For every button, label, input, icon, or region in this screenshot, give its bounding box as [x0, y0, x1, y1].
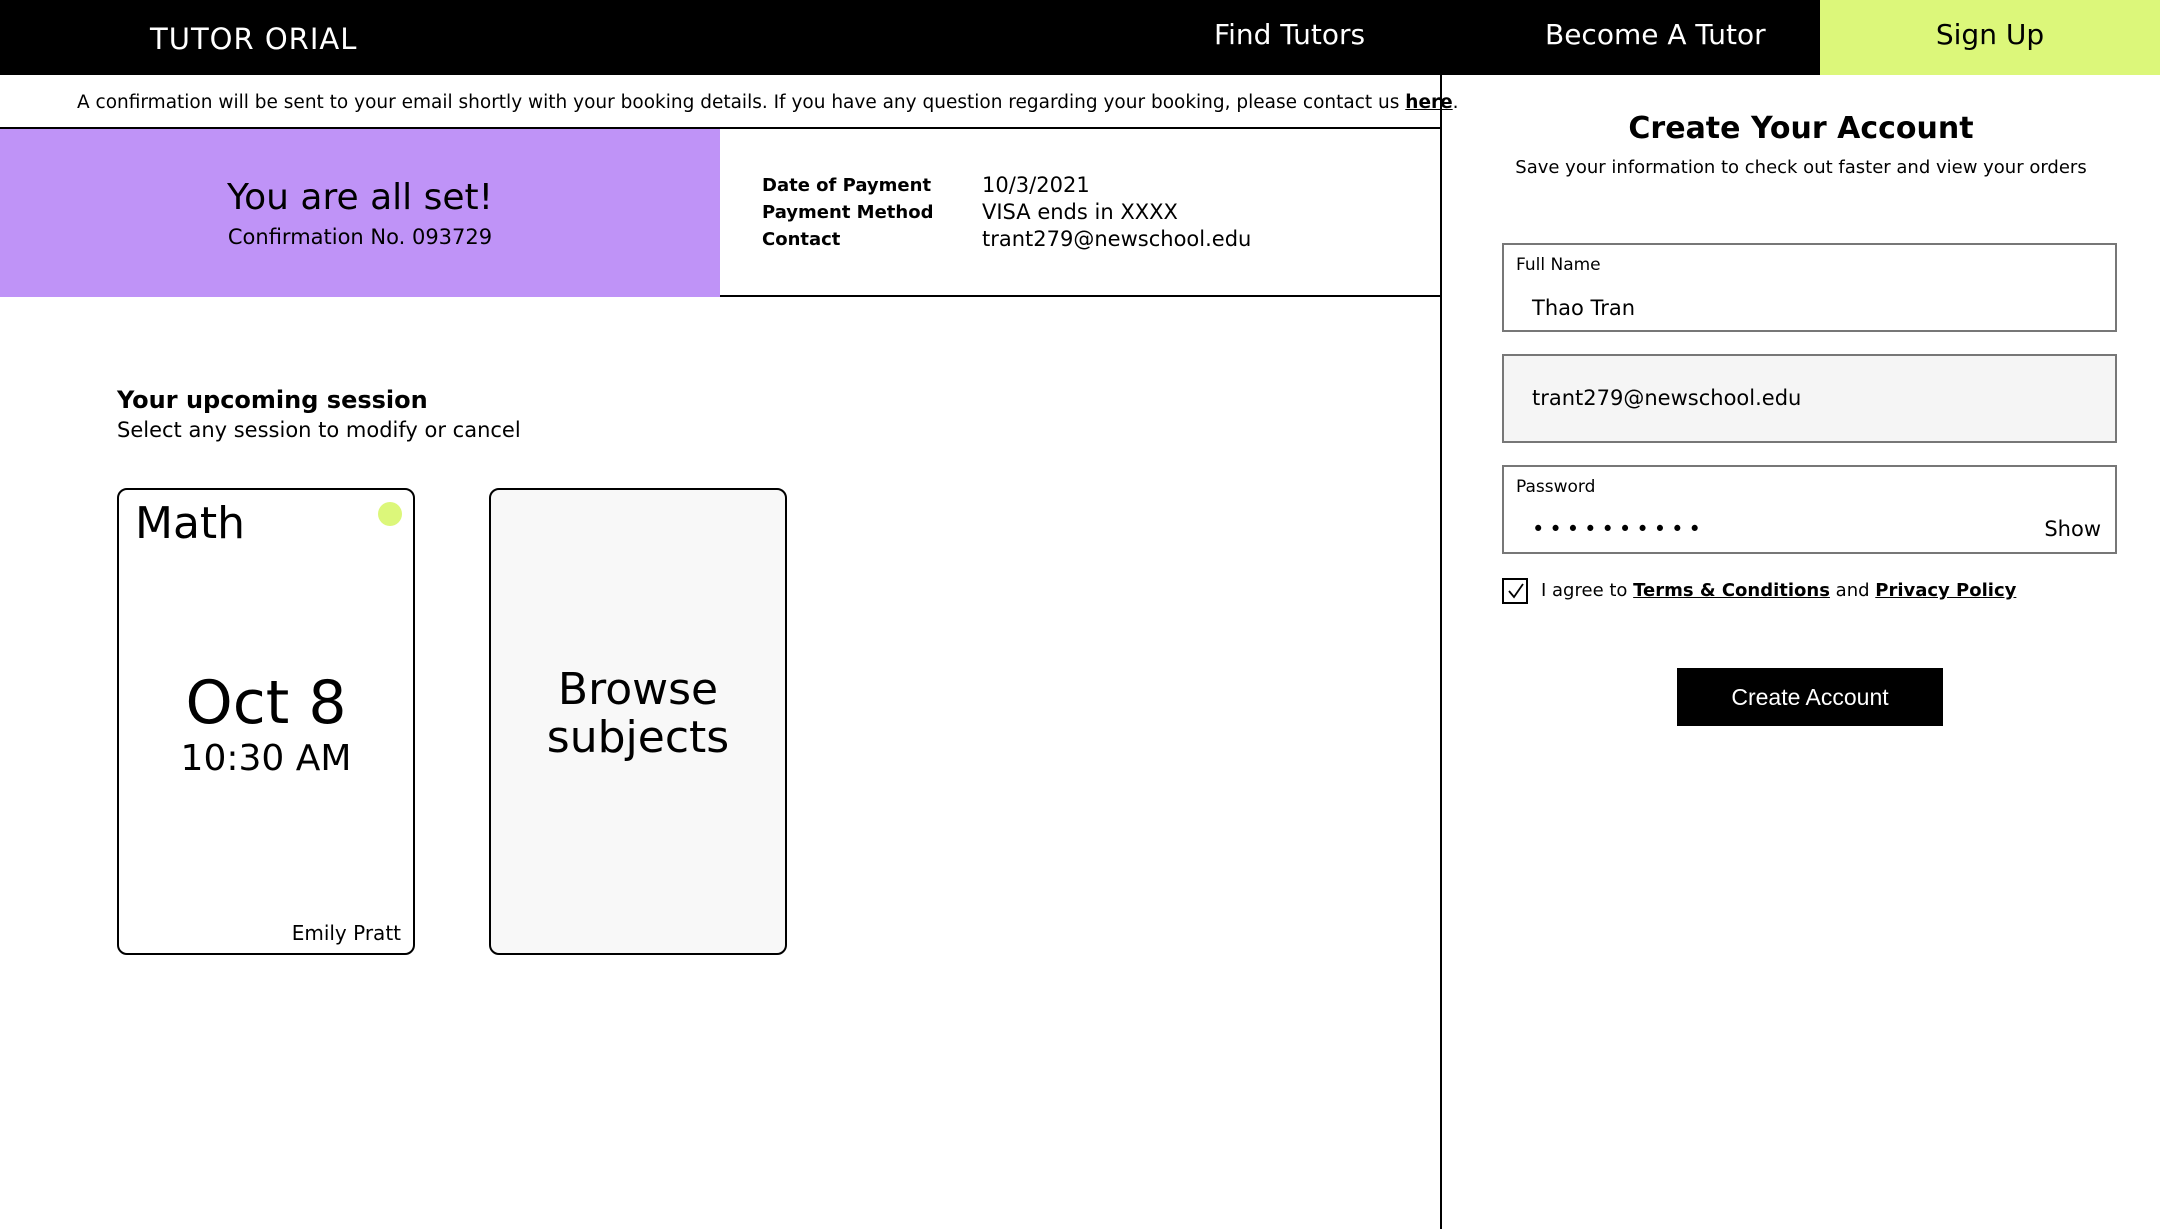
session-tutor: Emily Pratt — [291, 921, 401, 945]
agreement-text: I agree to Terms & Conditions and Privac… — [1541, 580, 2016, 601]
confirmation-number: Confirmation No. 093729 — [227, 225, 493, 249]
top-navigation-bar: TUTOR ORIAL Find Tutors Become A Tutor S… — [0, 0, 2160, 75]
success-banner: You are all set! Confirmation No. 093729 — [0, 129, 720, 297]
logo[interactable]: TUTOR ORIAL — [150, 22, 357, 56]
agree-and: and — [1829, 580, 1876, 601]
session-card-math[interactable]: Math Oct 8 10:30 AM Emily Pratt — [117, 488, 415, 955]
payment-method-value: VISA ends in XXXX — [982, 200, 1178, 224]
terms-conditions-link[interactable]: Terms & Conditions — [1633, 580, 1830, 601]
password-label: Password — [1516, 477, 1596, 497]
agree-prefix: I agree to — [1541, 580, 1634, 601]
checkmark-icon — [1508, 583, 1524, 599]
show-password-toggle[interactable]: Show — [2044, 517, 2101, 541]
payment-date-value: 10/3/2021 — [982, 173, 1090, 197]
notice-text: A confirmation will be sent to your emai… — [77, 92, 1406, 113]
notice-end: . — [1452, 92, 1459, 113]
password-field[interactable]: Password •••••••••• Show — [1502, 465, 2117, 554]
nav-become-a-tutor[interactable]: Become A Tutor — [1545, 18, 1766, 51]
create-account-button[interactable]: Create Account — [1677, 668, 1943, 726]
confirmation-notice: A confirmation will be sent to your emai… — [77, 92, 1459, 113]
upcoming-session-subtitle: Select any session to modify or cancel — [117, 418, 521, 442]
email-field[interactable]: trant279@newschool.edu — [1502, 354, 2117, 443]
full-name-field[interactable]: Full Name Thao Tran — [1502, 243, 2117, 332]
create-account-subtitle: Save your information to check out faste… — [1515, 157, 2087, 178]
agree-checkbox[interactable] — [1502, 578, 1528, 604]
payment-contact-value: trant279@newschool.edu — [982, 227, 1252, 251]
email-value[interactable]: trant279@newschool.edu — [1532, 386, 1801, 410]
payment-method-label: Payment Method — [762, 202, 934, 223]
session-subject: Math — [135, 498, 246, 549]
status-dot-icon — [378, 502, 402, 526]
contact-here-link[interactable]: here — [1405, 92, 1452, 113]
success-title: You are all set! — [226, 177, 494, 218]
upcoming-session-title: Your upcoming session — [117, 386, 428, 414]
browse-subjects-label: Browse subjects — [546, 664, 730, 763]
browse-subjects-card[interactable]: Browse subjects — [489, 488, 787, 955]
nav-sign-up-button[interactable]: Sign Up — [1820, 0, 2160, 75]
nav-find-tutors[interactable]: Find Tutors — [1214, 18, 1365, 51]
session-date: Oct 8 — [185, 668, 347, 738]
full-name-value[interactable]: Thao Tran — [1532, 296, 1635, 320]
session-time: 10:30 AM — [180, 738, 352, 779]
full-name-label: Full Name — [1516, 255, 1601, 275]
create-account-title: Create Your Account — [1628, 111, 1974, 146]
column-divider — [1440, 75, 1442, 1229]
divider-payment — [720, 295, 1440, 297]
payment-date-label: Date of Payment — [762, 175, 932, 196]
password-value[interactable]: •••••••••• — [1532, 517, 1706, 541]
privacy-policy-link[interactable]: Privacy Policy — [1875, 580, 2016, 601]
payment-contact-label: Contact — [762, 229, 841, 250]
